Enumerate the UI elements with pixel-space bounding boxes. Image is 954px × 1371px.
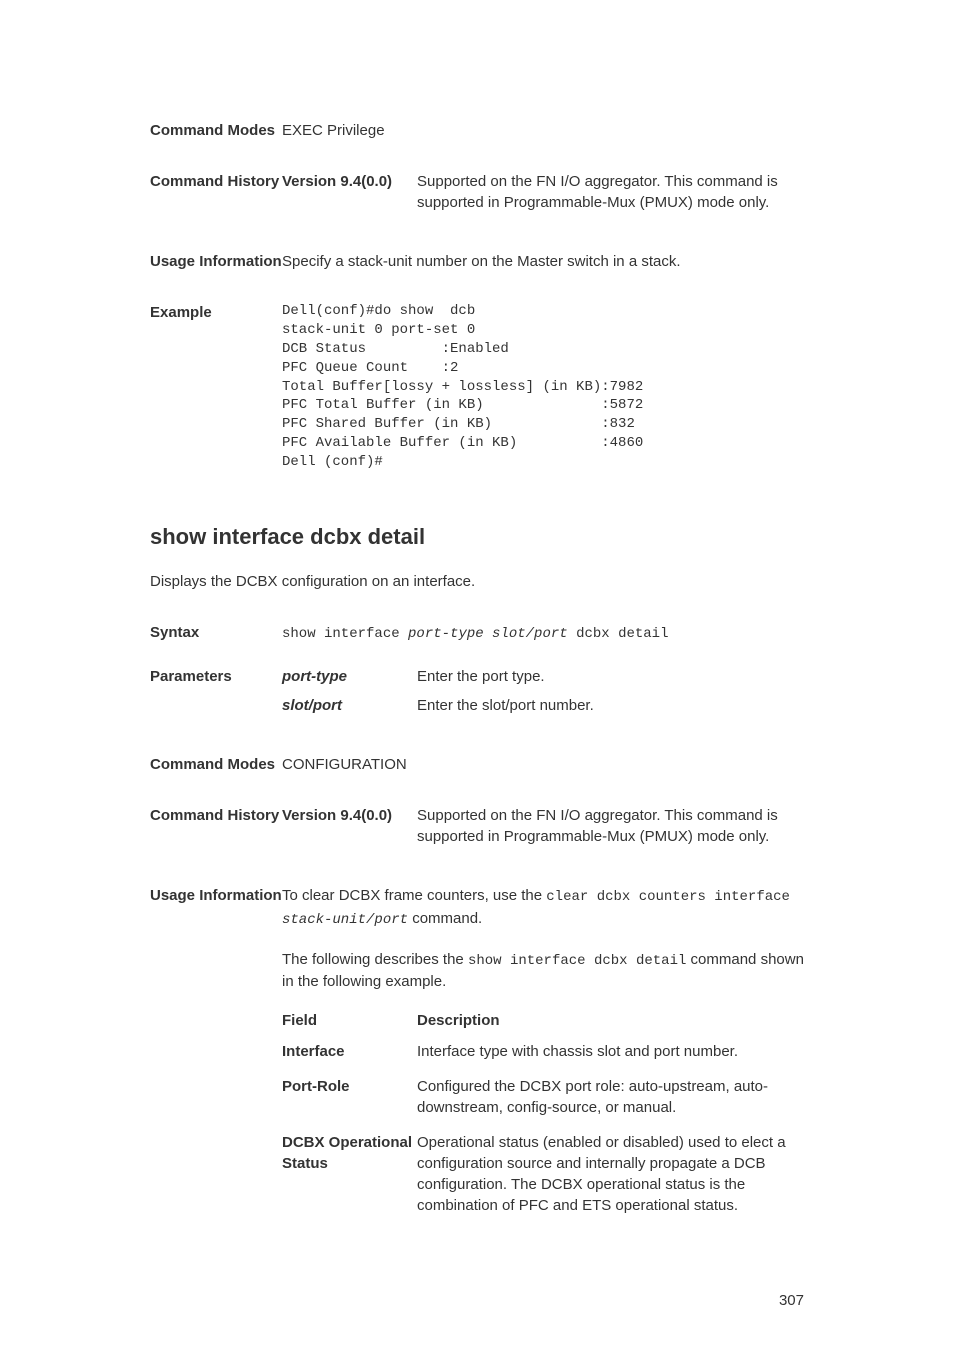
cmd-modes-value: CONFIGURATION [282,754,804,775]
field-name: Interface [282,1041,417,1062]
field-desc: Interface type with chassis slot and por… [417,1041,804,1062]
cmd-history-label: Command History [150,171,282,221]
param-name: slot/port [282,695,417,716]
cmd-modes-label: Command Modes [150,120,282,141]
cmd-modes-value: EXEC Privilege [282,120,804,141]
syntax-label: Syntax [150,622,282,645]
table-row: Interface Interface type with chassis sl… [282,1041,804,1062]
section-title: show interface dcbx detail [150,522,804,553]
usage-p1: To clear DCBX frame counters, use the cl… [282,885,804,930]
cmd-modes-label: Command Modes [150,754,282,775]
version-label: Version 9.4(0.0) [282,805,417,847]
table-header-field: Field [282,1010,417,1031]
field-name: Port-Role [282,1076,417,1118]
field-desc: Operational status (enabled or disabled)… [417,1132,804,1216]
page-number: 307 [150,1290,804,1311]
table-header-desc: Description [417,1010,804,1031]
param-desc: Enter the port type. [417,666,804,687]
usage-p2: The following describes the show interfa… [282,949,804,993]
syntax-value: show interface port-type slot/port dcbx … [282,622,804,645]
version-label: Version 9.4(0.0) [282,171,417,213]
param-name: port-type [282,666,417,687]
example-label: Example [150,302,282,472]
usage-info-value: Specify a stack-unit number on the Maste… [282,251,804,272]
parameters-label: Parameters [150,666,282,724]
field-name: DCBX Operational Status [282,1132,417,1216]
param-desc: Enter the slot/port number. [417,695,804,716]
usage-info-label: Usage Information [150,885,282,1230]
example-code: Dell(conf)#do show dcb stack-unit 0 port… [282,302,804,472]
table-row: Port-Role Configured the DCBX port role:… [282,1076,804,1118]
field-desc: Configured the DCBX port role: auto-upst… [417,1076,804,1118]
version-desc: Supported on the FN I/O aggregator. This… [417,171,804,213]
section-desc: Displays the DCBX configuration on an in… [150,571,804,592]
usage-info-label: Usage Information [150,251,282,272]
table-row: DCBX Operational Status Operational stat… [282,1132,804,1216]
version-desc: Supported on the FN I/O aggregator. This… [417,805,804,847]
cmd-history-label: Command History [150,805,282,855]
